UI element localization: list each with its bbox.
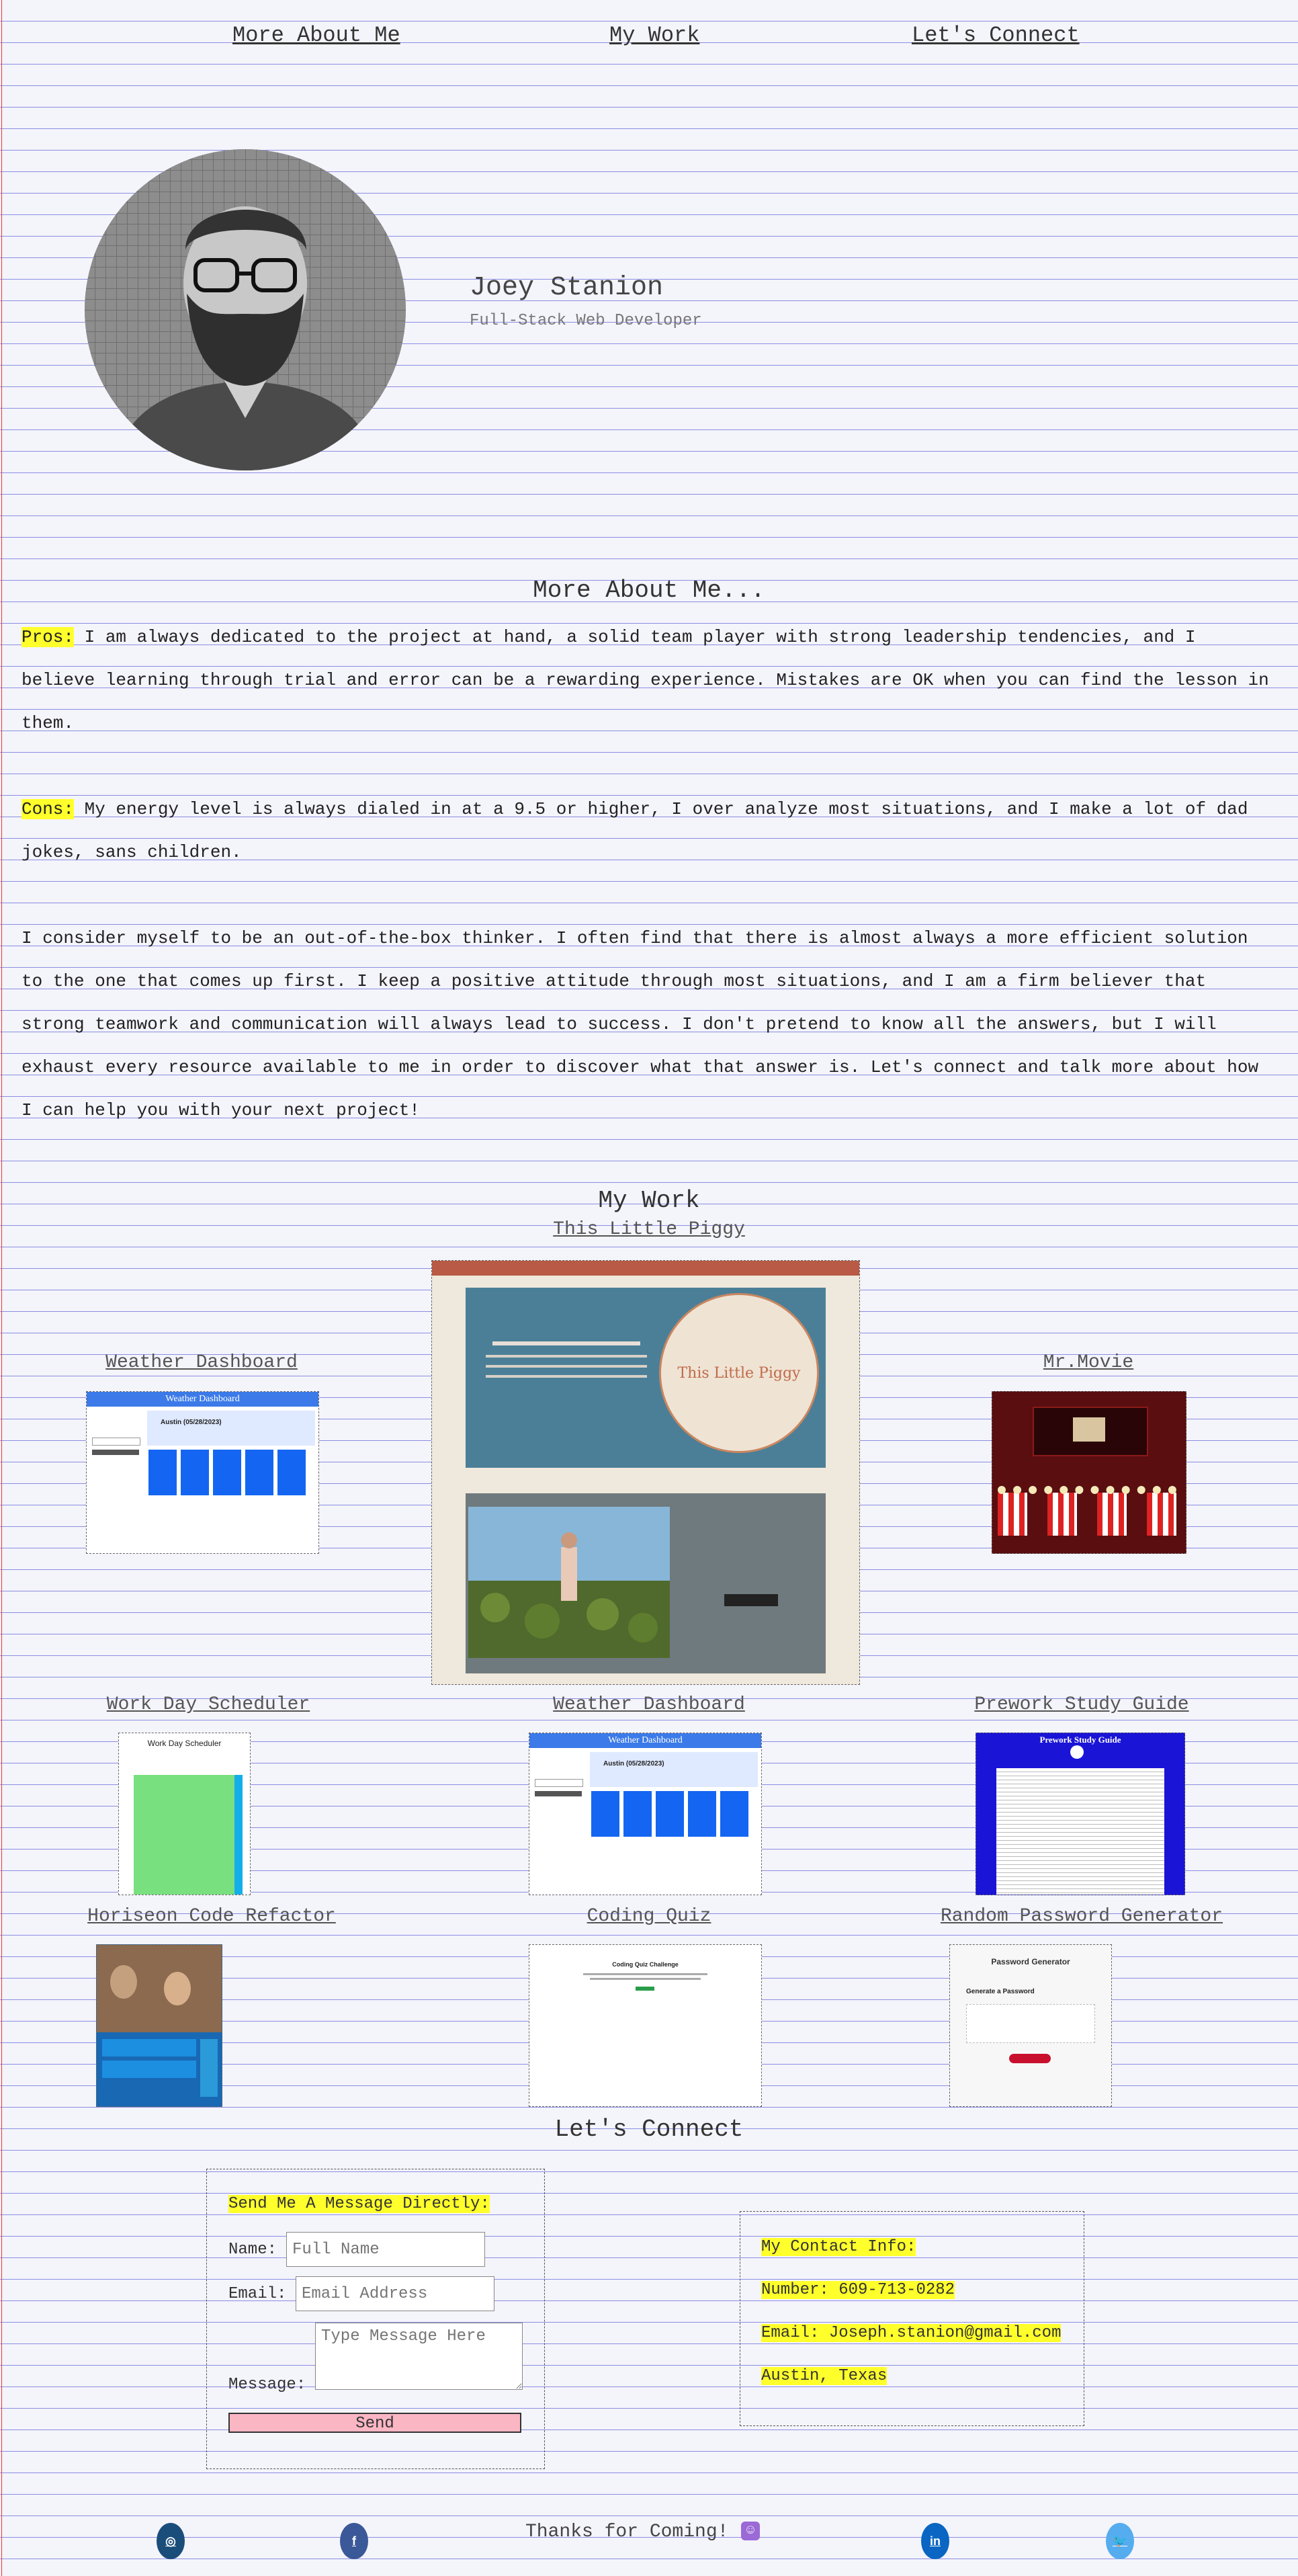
project-thumb-horiseon-code-refactor[interactable] xyxy=(96,1944,222,2107)
weather-header: Weather Dashboard xyxy=(87,1392,318,1407)
form-title: Send Me A Message Directly: xyxy=(228,2195,490,2213)
project-thumb-random-password-generator[interactable]: Password Generator Generate a Password xyxy=(949,1944,1112,2107)
connect-title: Let's Connect xyxy=(554,2116,744,2143)
contact-info-title: My Contact Info: xyxy=(761,2238,916,2256)
project-title-work-day-scheduler[interactable]: Work Day Scheduler xyxy=(74,1694,343,1715)
cons-label: Cons: xyxy=(21,799,75,819)
project-title-this-little-piggy[interactable]: This Little Piggy xyxy=(511,1219,787,1240)
facebook-icon[interactable]: f xyxy=(340,2523,368,2559)
linkedin-icon[interactable]: in xyxy=(921,2523,949,2559)
project-thumb-coding-quiz[interactable]: Coding Quiz Challenge xyxy=(529,1944,762,2107)
nav-more-about-me[interactable]: More About Me xyxy=(232,23,400,48)
email-field[interactable] xyxy=(296,2276,494,2311)
twitter-icon[interactable]: 🐦 xyxy=(1106,2523,1134,2559)
nav-my-work[interactable]: My Work xyxy=(609,23,699,48)
work-title: My Work xyxy=(598,1187,700,1214)
contact-location: Austin, Texas xyxy=(761,2367,888,2385)
name-field[interactable] xyxy=(286,2232,485,2267)
message-field[interactable] xyxy=(315,2323,523,2390)
project-title-horiseon-code-refactor[interactable]: Horiseon Code Refactor xyxy=(54,1906,370,1927)
project-thumb-mr-movie[interactable] xyxy=(992,1391,1186,1554)
footer-thanks: Thanks for Coming! xyxy=(525,2522,729,2542)
send-button[interactable]: Send xyxy=(228,2413,521,2433)
piggy-topbar xyxy=(432,1261,859,1276)
project-title-weather-dashboard-2[interactable]: Weather Dashboard xyxy=(511,1694,787,1715)
avatar xyxy=(85,149,406,470)
weather-header-2: Weather Dashboard xyxy=(529,1733,761,1748)
pros-text: I am always dedicated to the project at … xyxy=(21,627,1269,733)
pros-paragraph: Pros: I am always dedicated to the proje… xyxy=(21,616,1277,745)
project-title-prework-study-guide[interactable]: Prework Study Guide xyxy=(947,1694,1216,1715)
cons-paragraph: Cons: My energy level is always dialed i… xyxy=(21,788,1277,874)
profile-role: Full-Stack Web Developer xyxy=(470,312,702,330)
piggy-hero: This Little Piggy xyxy=(466,1288,826,1468)
project-title-random-password-generator[interactable]: Random Password Generator xyxy=(927,1906,1236,1927)
password-title: Password Generator xyxy=(991,1957,1070,1966)
nav-lets-connect[interactable]: Let's Connect xyxy=(912,23,1080,48)
name-label: Name: xyxy=(228,2241,277,2259)
scheduler-title: Work Day Scheduler xyxy=(147,1739,222,1748)
project-thumb-work-day-scheduler[interactable]: Work Day Scheduler xyxy=(118,1733,251,1895)
project-title-coding-quiz[interactable]: Coding Quiz xyxy=(511,1906,787,1927)
project-thumb-this-little-piggy[interactable]: This Little Piggy xyxy=(431,1260,860,1685)
about-title: More About Me... xyxy=(533,577,765,604)
message-label: Message: xyxy=(228,2376,306,2394)
weather-city: Austin (05/28/2023) xyxy=(161,1419,222,1426)
project-thumb-weather-dashboard-2[interactable]: Weather Dashboard Austin (05/28/2023) xyxy=(529,1733,762,1895)
smiley-icon: ☺ xyxy=(741,2522,760,2540)
project-thumb-prework-study-guide[interactable]: Prework Study Guide xyxy=(976,1733,1185,1895)
contact-number: Number: 609-713-0282 xyxy=(761,2281,955,2299)
weather-city-2: Austin (05/28/2023) xyxy=(603,1760,664,1768)
project-title-mr-movie[interactable]: Mr.Movie xyxy=(981,1352,1196,1373)
quiz-title: Coding Quiz Challenge xyxy=(612,1961,679,1968)
password-subtitle: Generate a Password xyxy=(966,1988,1035,1995)
email-label: Email: xyxy=(228,2285,287,2303)
piggy-feature xyxy=(466,1493,826,1673)
piggy-logo: This Little Piggy xyxy=(659,1293,819,1453)
project-thumb-weather-dashboard-1[interactable]: Weather Dashboard Austin (05/28/2023) xyxy=(86,1391,319,1554)
instagram-icon[interactable]: ◎ xyxy=(157,2523,185,2559)
project-title-weather-dashboard-1[interactable]: Weather Dashboard xyxy=(67,1352,336,1373)
prework-title: Prework Study Guide xyxy=(1039,1735,1121,1745)
contact-email: Email: Joseph.stanion@gmail.com xyxy=(761,2324,1062,2342)
about-paragraph: I consider myself to be an out-of-the-bo… xyxy=(21,928,1259,1120)
profile-name: Joey Stanion xyxy=(470,273,664,303)
cons-text: My energy level is always dialed in at a… xyxy=(21,799,1248,862)
pros-label: Pros: xyxy=(21,627,75,647)
